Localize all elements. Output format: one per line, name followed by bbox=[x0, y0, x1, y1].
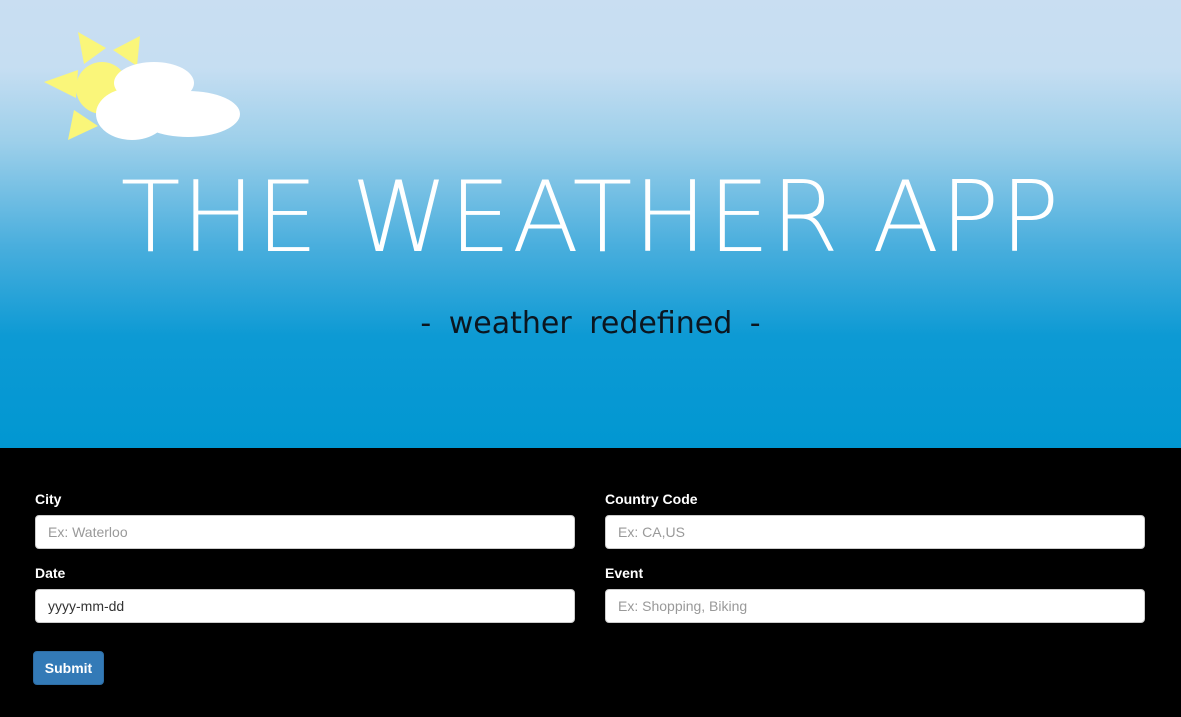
event-input[interactable] bbox=[605, 589, 1145, 623]
city-label: City bbox=[35, 491, 62, 507]
event-field-group: Event bbox=[605, 564, 1145, 623]
event-label: Event bbox=[605, 565, 644, 581]
country-code-label: Country Code bbox=[605, 491, 698, 507]
city-input[interactable] bbox=[35, 515, 575, 549]
hero-banner: THE WEATHER APP - weather redefined - bbox=[0, 0, 1181, 448]
app-tagline: - weather redefined - bbox=[420, 306, 761, 341]
date-label: Date bbox=[35, 565, 66, 581]
sun-behind-cloud-icon bbox=[44, 32, 240, 140]
city-field-group: City bbox=[35, 490, 575, 549]
search-form: City Country Code Date Event Submit bbox=[0, 448, 1181, 717]
country-code-input[interactable] bbox=[605, 515, 1145, 549]
date-field-group: Date bbox=[35, 564, 575, 623]
date-input[interactable] bbox=[35, 589, 575, 623]
submit-button[interactable]: Submit bbox=[33, 651, 104, 685]
app-title: THE WEATHER APP bbox=[120, 161, 1061, 275]
country-code-field-group: Country Code bbox=[605, 490, 1145, 549]
